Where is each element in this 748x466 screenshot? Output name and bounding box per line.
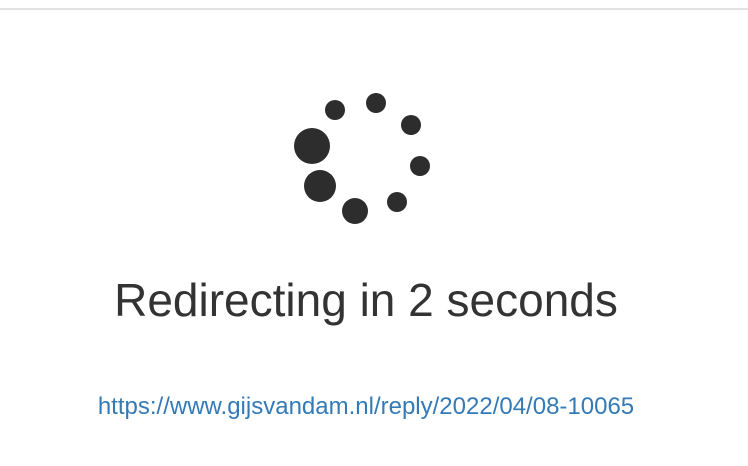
spinner-dot xyxy=(410,156,430,176)
spinner-dot xyxy=(366,93,386,113)
spinner-dot xyxy=(342,198,368,224)
redirect-link[interactable]: https://www.gijsvandam.nl/reply/2022/04/… xyxy=(0,392,732,422)
spinner-dot xyxy=(401,115,421,135)
redirect-message: Redirecting in 2 seconds xyxy=(114,274,618,326)
spinner-dot xyxy=(325,100,345,120)
spinner-dot xyxy=(304,170,336,202)
spinner-dot xyxy=(294,128,330,164)
spinner-dot xyxy=(387,192,407,212)
loading-spinner-icon xyxy=(0,0,748,240)
